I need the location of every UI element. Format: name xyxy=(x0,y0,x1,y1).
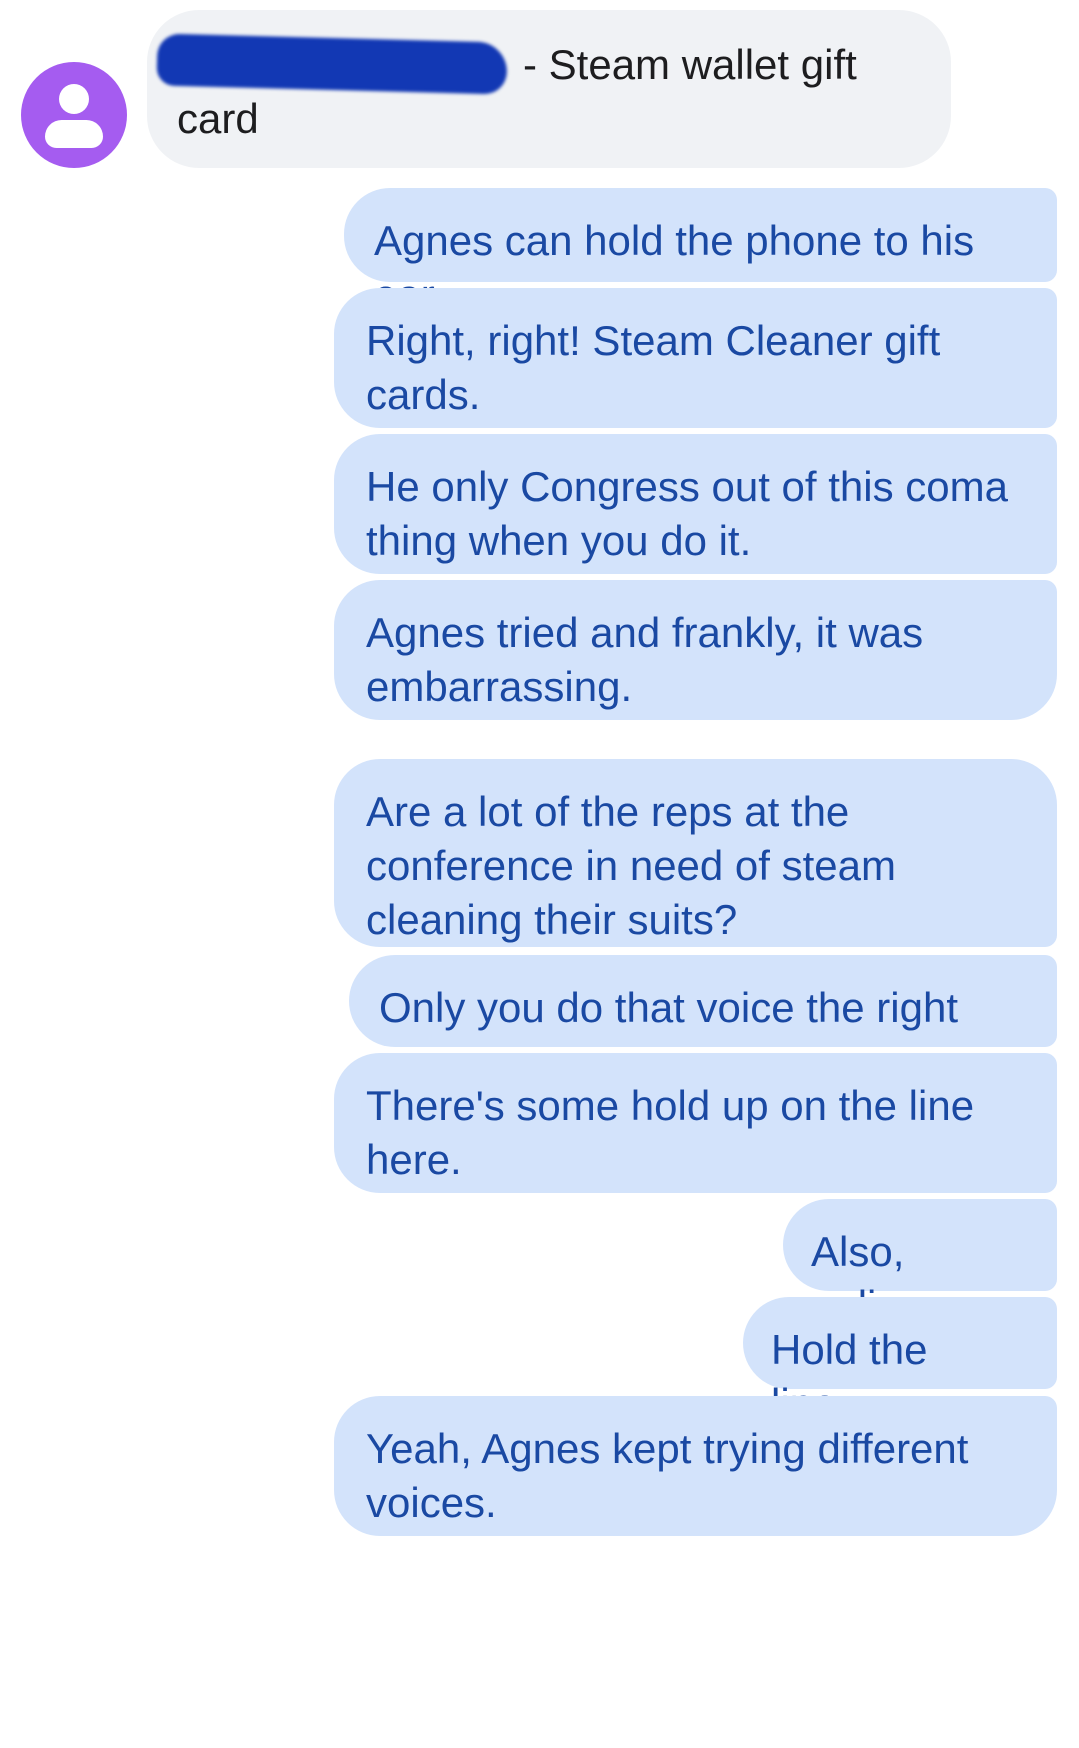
outgoing-message-bubble[interactable]: He only Congress out of this coma thing … xyxy=(334,434,1057,574)
outgoing-message-text: Yeah, Agnes kept trying different voices… xyxy=(366,1425,969,1526)
incoming-message-text: - Steam wallet gift card xyxy=(177,41,857,142)
incoming-message-bubble[interactable]: - Steam wallet gift card xyxy=(147,10,951,168)
outgoing-message-bubble[interactable]: Agnes can hold the phone to his ear. xyxy=(344,188,1057,318)
outgoing-message-text: There's some hold up on the line here. xyxy=(366,1082,975,1183)
person-icon xyxy=(59,84,89,114)
outgoing-message-bubble[interactable]: Also, online. xyxy=(783,1199,1057,1329)
outgoing-message-bubble[interactable]: Right, right! Steam Cleaner gift cards. xyxy=(334,288,1057,428)
outgoing-message-text: Right, right! Steam Cleaner gift cards. xyxy=(366,317,941,418)
outgoing-message-text: Agnes tried and frankly, it was embarras… xyxy=(366,609,924,710)
outgoing-message-bubble[interactable]: Are a lot of the reps at the conference … xyxy=(334,759,1057,947)
contact-avatar[interactable] xyxy=(21,62,127,168)
outgoing-message-bubble[interactable]: Agnes tried and frankly, it was embarras… xyxy=(334,580,1057,720)
outgoing-message-bubble[interactable]: Hold the line... xyxy=(743,1297,1057,1427)
outgoing-message-text: Are a lot of the reps at the conference … xyxy=(366,788,897,943)
outgoing-message-bubble[interactable]: Only you do that voice the right way. xyxy=(349,955,1057,1085)
person-icon-body xyxy=(45,120,103,148)
message-thread: - Steam wallet gift card Agnes can hold … xyxy=(0,0,1079,1748)
outgoing-message-bubble[interactable]: Yeah, Agnes kept trying different voices… xyxy=(334,1396,1057,1536)
outgoing-message-bubble[interactable]: There's some hold up on the line here. xyxy=(334,1053,1057,1193)
outgoing-message-text: He only Congress out of this coma thing … xyxy=(366,463,1008,564)
